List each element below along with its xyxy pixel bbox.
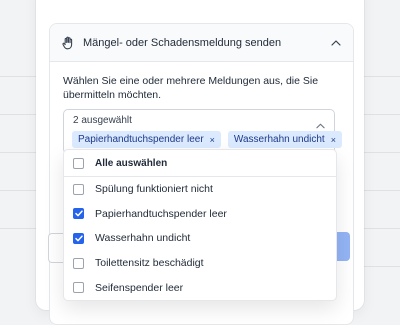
dropdown-option[interactable]: Spülung funktioniert nicht [64,177,336,202]
option-label: Toilettensitz beschädigt [95,257,204,270]
checkbox-checked[interactable] [73,232,84,244]
selected-count: 2 ausgewählt [73,115,132,126]
dropdown-option[interactable]: Seifenspender leer [64,275,336,300]
option-label: Spülung funktioniert nicht [95,183,213,196]
select-all-option[interactable]: Alle auswählen [64,150,336,177]
checkbox-checked[interactable] [73,208,84,220]
remove-chip-icon[interactable]: × [210,135,215,145]
section-description: Wählen Sie eine oder mehrere Meldungen a… [63,75,319,101]
checkbox[interactable] [73,183,84,195]
remove-chip-icon[interactable]: × [331,135,336,145]
checkbox[interactable] [73,157,84,169]
checkbox[interactable] [73,282,84,294]
report-multiselect[interactable]: 2 ausgewählt Papierhandtuchspender leer … [63,109,342,154]
chevron-up-icon[interactable] [331,39,341,46]
section-header[interactable]: Mängel- oder Schadensmeldung senden [50,24,353,62]
section-title: Mängel- oder Schadensmeldung senden [83,36,282,49]
options-dropdown: Alle auswählen Spülung funktioniert nich… [63,149,337,301]
chip-label: Wasserhahn undicht [233,134,325,145]
dropdown-option[interactable]: Wasserhahn undicht [64,226,336,251]
hand-icon [62,36,75,50]
selected-chip: Papierhandtuchspender leer × [72,131,221,148]
option-label: Seifenspender leer [95,281,184,294]
check-icon [74,235,83,242]
option-label: Alle auswählen [95,157,168,169]
option-label: Wasserhahn undicht [95,232,191,245]
selected-chip: Wasserhahn undicht × [227,131,342,148]
chip-label: Papierhandtuchspender leer [78,134,204,145]
option-label: Papierhandtuchspender leer [95,207,227,220]
check-icon [74,210,83,217]
dropdown-option[interactable]: Toilettensitz beschädigt [64,251,336,276]
checkbox[interactable] [73,257,84,269]
dropdown-option[interactable]: Papierhandtuchspender leer [64,202,336,227]
